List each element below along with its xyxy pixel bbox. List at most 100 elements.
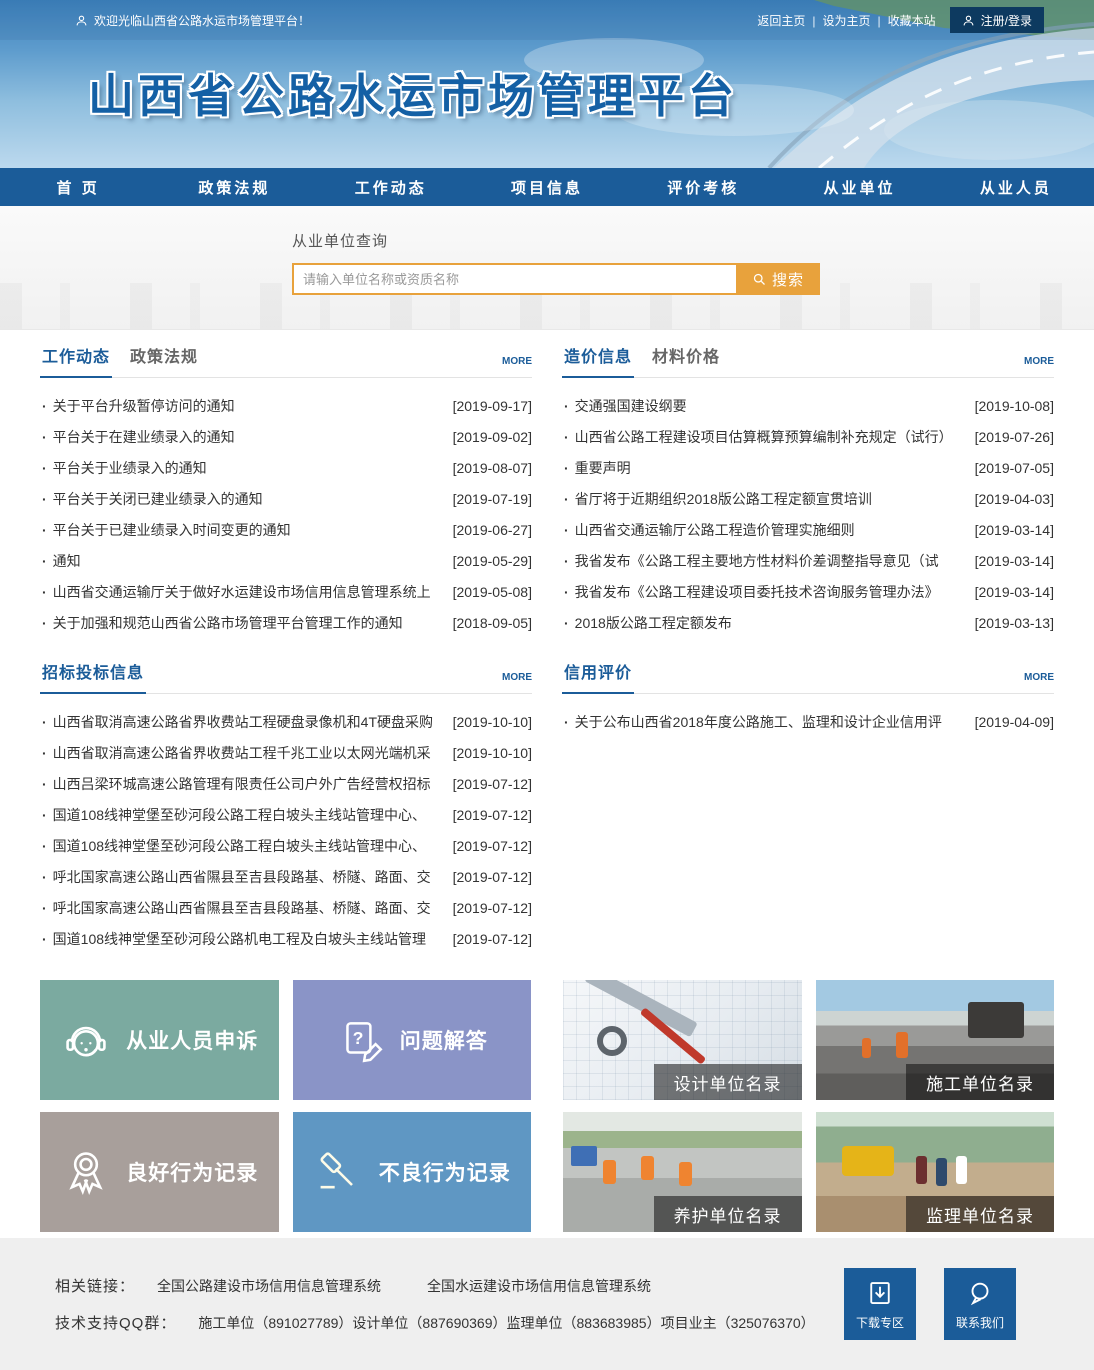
nav-item[interactable]: 评价考核 — [625, 168, 781, 206]
news-date: [2019-03-14] — [975, 584, 1054, 600]
news-date: [2019-07-12] — [453, 807, 532, 823]
news-date: [2019-07-19] — [453, 491, 532, 507]
header-banner: 欢迎光临山西省公路水运市场管理平台！ 返回主页设为主页收藏本站 注册/登录 山西… — [0, 0, 1094, 168]
tab-material-price[interactable]: 材料价格 — [650, 343, 722, 378]
related-link[interactable]: 全国水运建设市场信用信息管理系统 — [427, 1276, 651, 1296]
related-links-label: 相关链接： — [55, 1275, 135, 1296]
search-input[interactable] — [292, 263, 736, 295]
nav-item[interactable]: 项目信息 — [469, 168, 625, 206]
nav-item[interactable]: 从业单位 — [781, 168, 937, 206]
panel-work-news: 工作动态 政策法规 MORE 关于平台升级暂停访问的通知 [2019-09-17]… — [40, 344, 532, 638]
chat-bubble-icon — [965, 1278, 995, 1308]
news-title-link[interactable]: 国道108线神堂堡至砂河段公路机电工程及白坡头主线站管理 — [53, 929, 447, 949]
related-link[interactable]: 全国公路建设市场信用信息管理系统 — [157, 1276, 381, 1296]
tile-personnel-appeal[interactable]: 从业人员申诉 — [40, 980, 279, 1100]
tab-credit-rating[interactable]: 信用评价 — [562, 659, 634, 694]
tab-bidding-info[interactable]: 招标投标信息 — [40, 659, 146, 694]
news-row: 平台关于在建业绩录入的通知[2019-09-02] — [40, 421, 532, 452]
news-row: 山西省交通运输厅公路工程造价管理实施细则[2019-03-14] — [562, 514, 1054, 545]
topbar-link[interactable]: 收藏本站 — [888, 14, 936, 28]
news-title-link[interactable]: 关于加强和规范山西省公路市场管理平台管理工作的通知 — [53, 613, 447, 633]
more-link[interactable]: MORE — [1024, 356, 1054, 377]
paver-decoration — [968, 1002, 1024, 1038]
news-title-link[interactable]: 我省发布《公路工程主要地方性材料价差调整指导意见（试 — [575, 551, 969, 571]
card-maintenance-directory[interactable]: 养护单位名录 — [563, 1112, 802, 1232]
news-date: [2019-03-13] — [975, 615, 1054, 631]
news-title-link[interactable]: 呼北国家高速公路山西省隰县至吉县段路基、桥隧、路面、交 — [53, 867, 447, 887]
news-title-link[interactable]: 通知 — [53, 551, 447, 571]
news-title-link[interactable]: 关于平台升级暂停访问的通知 — [53, 396, 447, 416]
site-title: 山西省公路水运市场管理平台 — [88, 60, 738, 126]
news-title-link[interactable]: 山西省交通运输厅关于做好水运建设市场信用信息管理系统上 — [53, 582, 447, 602]
contact-us-button[interactable]: 联系我们 — [944, 1268, 1016, 1340]
user-icon — [962, 14, 975, 27]
topbar-link[interactable]: 返回主页 — [757, 14, 822, 28]
news-row: 山西省交通运输厅关于做好水运建设市场信用信息管理系统上[2019-05-08] — [40, 576, 532, 607]
news-date: [2019-07-12] — [453, 869, 532, 885]
news-row: 关于平台升级暂停访问的通知 [2019-09-17] — [40, 390, 532, 421]
nav-item[interactable]: 从业人员 — [938, 168, 1094, 206]
tile-question-answer[interactable]: ? 问题解答 — [293, 980, 532, 1100]
more-link[interactable]: MORE — [502, 356, 532, 377]
news-title-link[interactable]: 平台关于在建业绩录入的通知 — [53, 427, 447, 447]
news-title-link[interactable]: 平台关于业绩录入的通知 — [53, 458, 447, 478]
news-row: 山西省取消高速公路省界收费站工程硬盘录像机和4T硬盘采购 [2019-10-10] — [40, 706, 532, 737]
register-login-button[interactable]: 注册/登录 — [950, 7, 1044, 33]
news-title-link[interactable]: 我省发布《公路工程建设项目委托技术咨询服务管理办法》 — [575, 582, 969, 602]
news-title-link[interactable]: 关于公布山西省2018年度公路施工、监理和设计企业信用评 — [575, 712, 969, 732]
news-title-link[interactable]: 山西省取消高速公路省界收费站工程千兆工业以太网光端机采 — [53, 743, 447, 763]
news-row: 2018版公路工程定额发布 [2019-03-13] — [562, 607, 1054, 638]
tile-bad-behavior[interactable]: 不良行为记录 — [293, 1112, 532, 1232]
loader-decoration — [842, 1146, 894, 1176]
bearing-decoration — [597, 1026, 627, 1056]
news-title-link[interactable]: 省厅将于近期组织2018版公路工程定额宣贯培训 — [575, 489, 969, 509]
news-title-link[interactable]: 平台关于关闭已建业绩录入的通知 — [53, 489, 447, 509]
news-row: 通知[2019-05-29] — [40, 545, 532, 576]
news-date: [2019-10-10] — [453, 714, 532, 730]
news-title-link[interactable]: 国道108线神堂堡至砂河段公路工程白坡头主线站管理中心、 — [53, 836, 447, 856]
news-title-link[interactable]: 呼北国家高速公路山西省隰县至吉县段路基、桥隧、路面、交 — [53, 898, 447, 918]
news-row: 重要声明 [2019-07-05] — [562, 452, 1054, 483]
tab-work-news[interactable]: 工作动态 — [40, 343, 112, 378]
nav-item[interactable]: 工作动态 — [313, 168, 469, 206]
news-title-link[interactable]: 山西吕梁环城高速公路管理有限责任公司户外广告经营权招标 — [53, 774, 447, 794]
news-title-link[interactable]: 交通强国建设纲要 — [575, 396, 969, 416]
footer: 相关链接： 全国公路建设市场信用信息管理系统全国水运建设市场信用信息管理系统 技… — [0, 1238, 1094, 1370]
news-title-link[interactable]: 山西省公路工程建设项目估算概算预算编制补充规定（试行） — [575, 427, 969, 447]
more-link[interactable]: MORE — [502, 672, 532, 693]
news-title-link[interactable]: 2018版公路工程定额发布 — [575, 613, 969, 633]
news-title-link[interactable]: 国道108线神堂堡至砂河段公路工程白坡头主线站管理中心、 — [53, 805, 447, 825]
card-design-directory[interactable]: 设计单位名录 — [563, 980, 802, 1100]
news-date: [2019-07-12] — [453, 776, 532, 792]
welcome-text: 欢迎光临山西省公路水运市场管理平台！ — [75, 12, 310, 29]
news-date: [2019-10-10] — [453, 745, 532, 761]
news-row: 国道108线神堂堡至砂河段公路机电工程及白坡头主线站管理[2019-07-12] — [40, 923, 532, 954]
card-construction-directory[interactable]: 施工单位名录 — [816, 980, 1055, 1100]
news-title-link[interactable]: 平台关于已建业绩录入时间变更的通知 — [53, 520, 447, 540]
gavel-icon — [313, 1146, 365, 1198]
news-date: [2019-04-03] — [975, 491, 1054, 507]
topbar: 欢迎光临山西省公路水运市场管理平台！ 返回主页设为主页收藏本站 注册/登录 — [0, 0, 1094, 40]
download-zone-button[interactable]: 下载专区 — [844, 1268, 916, 1340]
more-link[interactable]: MORE — [1024, 672, 1054, 693]
nav-item[interactable]: 政策法规 — [156, 168, 312, 206]
news-row: 我省发布《公路工程主要地方性材料价差调整指导意见（试[2019-03-14] — [562, 545, 1054, 576]
news-title-link[interactable]: 山西省交通运输厅公路工程造价管理实施细则 — [575, 520, 969, 540]
topbar-links: 返回主页设为主页收藏本站 — [757, 12, 935, 29]
news-date: [2019-09-17] — [453, 398, 532, 414]
nav-item[interactable]: 首 页 — [0, 168, 156, 206]
qq-groups-text: 施工单位（891027789）设计单位（887690369）监理单位（88368… — [198, 1313, 814, 1333]
card-supervision-directory[interactable]: 监理单位名录 — [816, 1112, 1055, 1232]
news-row: 省厅将于近期组织2018版公路工程定额宣贯培训 [2019-04-03] — [562, 483, 1054, 514]
news-row: 山西吕梁环城高速公路管理有限责任公司户外广告经营权招标 [2019-07-12] — [40, 768, 532, 799]
tab-cost-info[interactable]: 造价信息 — [562, 343, 634, 378]
tile-good-behavior[interactable]: 良好行为记录 — [40, 1112, 279, 1232]
search-button[interactable]: 搜索 — [736, 263, 820, 295]
news-title-link[interactable]: 山西省取消高速公路省界收费站工程硬盘录像机和4T硬盘采购 — [53, 712, 447, 732]
news-date: [2019-07-05] — [975, 460, 1054, 476]
topbar-link[interactable]: 设为主页 — [823, 14, 888, 28]
news-date: [2019-07-12] — [453, 900, 532, 916]
tab-policy[interactable]: 政策法规 — [128, 343, 200, 378]
search-icon — [752, 272, 767, 287]
news-title-link[interactable]: 重要声明 — [575, 458, 969, 478]
